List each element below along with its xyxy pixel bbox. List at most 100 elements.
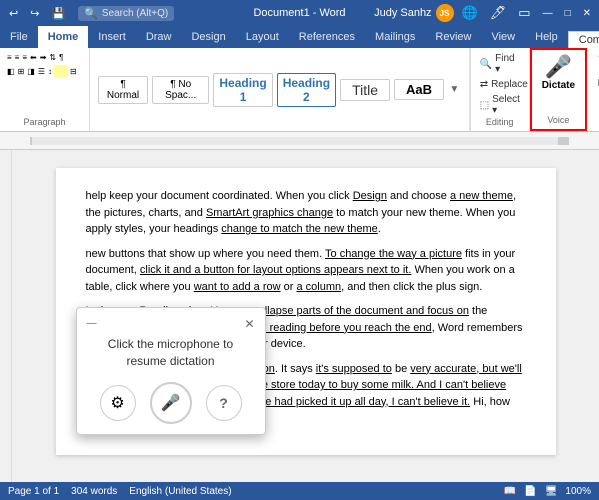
main-area: help keep your document coordinated. Whe…: [0, 150, 599, 482]
style-heading2-label: Heading 2: [283, 76, 330, 104]
find-label: Find ▾: [495, 53, 520, 75]
sort-btn[interactable]: ⇅: [48, 52, 57, 63]
justify-btn[interactable]: ☰: [37, 65, 46, 77]
align-center-btn[interactable]: ⊞: [17, 65, 26, 77]
popup-controls: ⚙ 🎤 ?: [87, 382, 255, 424]
doc-link-6: click it and a button for layout options…: [140, 264, 412, 276]
page-info: Page 1 of 1: [8, 486, 59, 497]
tab-view[interactable]: View: [481, 26, 525, 48]
dictate-group[interactable]: 🎤 Dictate Voice: [530, 48, 587, 131]
help-btn[interactable]: ?: [206, 385, 242, 421]
status-bar: Page 1 of 1 304 words English (United St…: [0, 482, 599, 500]
tab-mailings[interactable]: Mailings: [365, 26, 425, 48]
redo-btn[interactable]: ↪: [25, 5, 44, 22]
view-print-icon[interactable]: 📄: [524, 486, 536, 497]
style-title[interactable]: Title: [340, 79, 390, 101]
word-count: 304 words: [71, 486, 117, 497]
editor-group[interactable]: ✏️ Editor Editor: [587, 48, 599, 131]
show-formatting-btn[interactable]: ¶: [58, 52, 64, 63]
decrease-indent-btn[interactable]: ⬅: [29, 52, 38, 63]
settings-icon: ⚙: [110, 393, 124, 413]
doc-link-2: a new theme: [450, 190, 513, 202]
doc-link-11: stop reading before you reach the end: [246, 322, 432, 334]
line-spacing-btn[interactable]: ↕: [47, 65, 53, 77]
editing-controls: 🔍 Find ▾ ⇄ Replace ⬚ Select ▾: [477, 52, 523, 117]
style-aab-label: AaB: [406, 82, 432, 97]
tab-draw[interactable]: Draw: [136, 26, 182, 48]
doc-scroll-area: help keep your document coordinated. Whe…: [12, 150, 599, 482]
align-right-btn[interactable]: ◨: [26, 65, 36, 77]
zoom-level[interactable]: 100%: [565, 486, 591, 497]
style-normal-label: ¶ Normal: [105, 79, 141, 101]
search-icon: 🔍: [84, 7, 98, 20]
paragraph-label: Paragraph: [6, 117, 83, 127]
list-multi-btn[interactable]: ≡: [21, 52, 28, 63]
settings-btn[interactable]: ⚙: [100, 385, 136, 421]
dictate-icon: 🎤: [545, 54, 572, 80]
style-aab[interactable]: AaB: [394, 79, 444, 100]
ribbon-icon-3[interactable]: ▭: [514, 3, 534, 23]
view-read-icon[interactable]: 📖: [504, 486, 516, 497]
ribbon-icon-1[interactable]: 🌐: [458, 3, 482, 23]
increase-indent-btn[interactable]: ➡: [39, 52, 48, 63]
save-btn[interactable]: 💾: [46, 5, 70, 22]
para-row-1: ≡ ≡ ≡ ⬅ ➡ ⇅ ¶: [6, 52, 83, 63]
border-btn[interactable]: ⊟: [69, 65, 78, 77]
tab-design[interactable]: Design: [181, 26, 235, 48]
select-btn[interactable]: ⬚ Select ▾: [477, 93, 523, 117]
style-normal[interactable]: ¶ Normal: [98, 76, 148, 104]
search-bar[interactable]: 🔍 Search (Alt+Q): [78, 6, 174, 21]
tab-file[interactable]: File: [0, 26, 38, 48]
doc-para-1: help keep your document coordinated. Whe…: [86, 188, 526, 238]
app-window: ↩ ↪ 💾 🔍 Search (Alt+Q) Document1 - Word …: [0, 0, 599, 500]
tab-insert[interactable]: Insert: [88, 26, 136, 48]
dictate-popup: — ✕ Click the microphone to resume dicta…: [76, 307, 266, 435]
title-bar-title: Document1 - Word: [253, 7, 345, 19]
replace-btn[interactable]: ⇄ Replace: [477, 78, 523, 91]
view-web-icon[interactable]: 🖥: [545, 486, 558, 497]
ribbon-minimize[interactable]: —: [539, 6, 557, 21]
popup-minimize-btn[interactable]: —: [87, 318, 97, 330]
style-heading2[interactable]: Heading 2: [277, 73, 336, 107]
tab-home[interactable]: Home: [38, 26, 89, 48]
status-left: Page 1 of 1 304 words English (United St…: [8, 486, 232, 497]
doc-para-2: new buttons that show up where you need …: [86, 246, 526, 296]
document-page: help keep your document coordinated. Whe…: [56, 168, 556, 455]
ribbon-close[interactable]: ✕: [579, 6, 595, 21]
tab-references[interactable]: References: [289, 26, 365, 48]
list-number-btn[interactable]: ≡: [14, 52, 21, 63]
doc-link-14: very accurate, but we'll: [410, 363, 522, 375]
comments-tab[interactable]: Comments: [568, 31, 599, 48]
para-row-2: ◧ ⊞ ◨ ☰ ↕ ⊟: [6, 65, 83, 77]
undo-btn[interactable]: ↩: [4, 5, 23, 22]
tab-layout[interactable]: Layout: [236, 26, 289, 48]
microphone-btn[interactable]: 🎤: [150, 382, 192, 424]
style-heading1[interactable]: Heading 1: [213, 73, 272, 107]
editing-group: 🔍 Find ▾ ⇄ Replace ⬚ Select ▾ Editing: [470, 48, 530, 131]
ruler: [0, 132, 599, 150]
tabs-list: File Home Insert Draw Design Layout Refe…: [0, 26, 568, 48]
find-btn[interactable]: 🔍 Find ▾: [477, 52, 523, 76]
style-nospace[interactable]: ¶ No Spac...: [152, 76, 209, 104]
find-icon: 🔍: [480, 59, 492, 70]
list-bullet-btn[interactable]: ≡: [6, 52, 13, 63]
styles-dropdown-btn[interactable]: ▼: [448, 84, 461, 95]
search-label: Search (Alt+Q): [102, 8, 168, 19]
dictate-label: Dictate: [542, 80, 575, 91]
status-right: 📖 📄 🖥 100%: [504, 486, 591, 497]
tab-review[interactable]: Review: [425, 26, 481, 48]
shading-btn[interactable]: [54, 65, 68, 77]
ribbon-icon-2[interactable]: 🖊: [486, 3, 511, 23]
ribbon-maximize[interactable]: □: [561, 6, 575, 21]
popup-close-btn[interactable]: ✕: [244, 318, 254, 330]
style-title-label: Title: [352, 82, 378, 98]
help-icon: ?: [219, 395, 228, 411]
style-heading1-label: Heading 1: [219, 76, 266, 104]
style-nospace-label: ¶ No Spac...: [159, 79, 202, 101]
tab-help[interactable]: Help: [525, 26, 568, 48]
popup-message: Click the microphone to resume dictation: [87, 336, 255, 370]
align-left-btn[interactable]: ◧: [6, 65, 16, 77]
doc-link-7: want to add a row: [194, 281, 281, 293]
doc-link-13: it's supposed to: [316, 363, 392, 375]
left-margin: [0, 150, 12, 482]
